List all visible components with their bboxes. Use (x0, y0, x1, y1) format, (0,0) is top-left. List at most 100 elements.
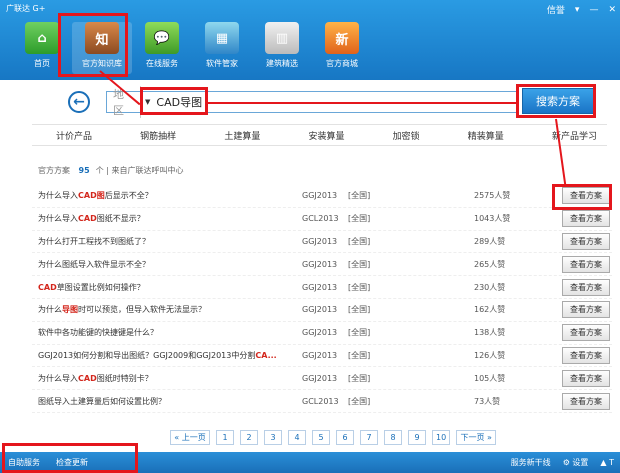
page-number[interactable]: 4 (288, 430, 306, 445)
question-link[interactable]: 为什么导图时可以预览，但导入软件无法显示？ (32, 304, 302, 315)
question-text: 图纸不显示？ (96, 214, 145, 224)
page-number[interactable]: 2 (240, 430, 258, 445)
tab-decoration[interactable]: 精装算量 (468, 129, 504, 142)
question-link[interactable]: 图纸导入土建算量后如何设置比例？ (32, 396, 302, 407)
view-solution-button[interactable]: 查看方案 (562, 346, 610, 364)
close-icon[interactable]: ✕ (608, 5, 616, 15)
question-highlight: CAD图 (78, 191, 105, 201)
nav-official-mall[interactable]: 新 官方商城 (312, 22, 372, 74)
scope: [全国] (348, 328, 371, 338)
scope: [全国] (348, 191, 371, 201)
page-number[interactable]: 10 (432, 430, 451, 445)
table-row: CAD草图设置比例如何操作？ GGJ2013 [全国] 230人赞 查看方案 (32, 276, 612, 299)
question-link[interactable]: 为什么导入CAD图后显示不全？ (32, 190, 302, 201)
scope: [全国] (348, 373, 371, 383)
view-solution-button[interactable]: 查看方案 (562, 324, 610, 342)
result-summary: 官方方案 95 个 | 来自广联达呼叫中心 (38, 165, 183, 176)
table-row: 图纸导入土建算量后如何设置比例？ GCL2013 [全国] 73人赞 查看方案 (32, 390, 612, 413)
settings-button[interactable]: ⚙ 设置 (563, 457, 589, 468)
page-number[interactable]: 3 (264, 430, 282, 445)
result-count: 95 (78, 166, 90, 175)
scope: [全国] (348, 282, 371, 292)
scope: [全国] (348, 214, 371, 224)
nav-building-select[interactable]: ▥ 建筑精选 (252, 22, 312, 74)
table-row: 为什么打开工程找不到图纸了？ GGJ2013 [全国] 289人赞 查看方案 (32, 231, 612, 254)
annotation-box (552, 184, 612, 210)
question-text: 为什么导入 (38, 373, 78, 383)
question-text: 时可以预览，但导入软件无法显示？ (78, 305, 206, 315)
chat-service-icon: 💬 (145, 22, 179, 54)
view-solution-button[interactable]: 查看方案 (562, 232, 610, 250)
table-row: GGJ2013如何分割和导出图纸？GGJ2009和GGJ2013中分割CA...… (32, 345, 612, 368)
version: GGJ2013 (302, 328, 338, 338)
question-link[interactable]: 为什么导入CAD图纸不显示？ (32, 213, 302, 224)
view-solution-button[interactable]: 查看方案 (562, 301, 610, 319)
pagination: « 上一页 1 2 3 4 5 6 7 8 9 10 下一页 » (170, 430, 497, 445)
likes: 162人赞 (474, 305, 506, 315)
table-row: 软件中各功能键的快捷键是什么？ GGJ2013 [全国] 138人赞 查看方案 (32, 322, 612, 345)
page-number[interactable]: 6 (336, 430, 354, 445)
tab-pricing[interactable]: 计价产品 (56, 129, 92, 142)
page-number[interactable]: 8 (384, 430, 402, 445)
prev-page-button[interactable]: « 上一页 (170, 430, 210, 445)
next-page-button[interactable]: 下一页 » (456, 430, 497, 445)
menu-dropdown-icon[interactable]: ▾ (575, 5, 580, 15)
nav-software-manager[interactable]: ▦ 软件管家 (192, 22, 252, 74)
page-number[interactable]: 1 (216, 430, 234, 445)
table-row: 为什么导入CAD图纸不显示？ GCL2013 [全国] 1043人赞 查看方案 (32, 208, 612, 231)
tab-civil[interactable]: 土建算量 (224, 129, 260, 142)
tab-lock[interactable]: 加密锁 (393, 129, 420, 142)
page-number[interactable]: 5 (312, 430, 330, 445)
question-link[interactable]: CAD草图设置比例如何操作？ (32, 282, 302, 293)
view-solution-button[interactable]: 查看方案 (562, 210, 610, 228)
question-text: 为什么导入 (38, 214, 78, 224)
version: GGJ2013 (302, 373, 338, 383)
tab-rebar[interactable]: 钢筋抽样 (140, 129, 176, 142)
page-number[interactable]: 9 (408, 430, 426, 445)
question-link[interactable]: 为什么图纸导入软件显示不全？ (32, 259, 302, 270)
question-highlight: CA... (255, 350, 277, 360)
likes: 105人赞 (474, 373, 506, 383)
view-solution-button[interactable]: 查看方案 (562, 369, 610, 387)
user-menu[interactable]: 信誉 (547, 3, 565, 16)
view-solution-button[interactable]: 查看方案 (562, 278, 610, 296)
table-row: 为什么导图时可以预览，但导入软件无法显示？ GGJ2013 [全国] 162人赞… (32, 299, 612, 322)
version: GGJ2013 (302, 236, 338, 246)
view-solution-button[interactable]: 查看方案 (562, 392, 610, 410)
software-manager-icon: ▦ (205, 22, 239, 54)
results-list: 为什么导入CAD图后显示不全？ GGJ2013 [全国] 2575人赞 查看方案… (32, 185, 612, 413)
building-books-icon: ▥ (265, 22, 299, 54)
annotation-box (58, 13, 128, 77)
nav-label: 在线服务 (146, 59, 178, 68)
scope: [全国] (348, 350, 371, 360)
question-link[interactable]: 为什么导入CAD图纸时特别卡？ (32, 373, 302, 384)
question-text: 图纸时特别卡？ (96, 373, 153, 383)
page-number[interactable]: 7 (360, 430, 378, 445)
likes: 265人赞 (474, 259, 506, 269)
question-link[interactable]: 软件中各功能键的快捷键是什么？ (32, 327, 302, 338)
result-source: 来自广联达呼叫中心 (111, 166, 184, 175)
upload-icon[interactable]: ▲ T (600, 458, 614, 467)
scope: [全国] (348, 259, 371, 269)
question-highlight: CAD (38, 282, 57, 292)
question-link[interactable]: 为什么打开工程找不到图纸了？ (32, 236, 302, 247)
service-link[interactable]: 服务新干线 (511, 457, 551, 468)
likes: 126人赞 (474, 350, 506, 360)
question-highlight: CAD (78, 373, 97, 383)
nav-label: 首页 (34, 59, 50, 68)
likes: 230人赞 (474, 282, 506, 292)
version: GGJ2013 (302, 259, 338, 269)
back-arrow-icon[interactable]: ← (68, 91, 90, 113)
nav-online-service[interactable]: 💬 在线服务 (132, 22, 192, 74)
question-text: 为什么图纸导入软件显示不全？ (38, 259, 150, 269)
question-text: 后显示不全？ (104, 191, 153, 201)
annotation-box (516, 84, 596, 118)
question-link[interactable]: GGJ2013如何分割和导出图纸？GGJ2009和GGJ2013中分割CA... (32, 350, 302, 361)
likes: 289人赞 (474, 236, 506, 246)
question-text: 为什么打开工程找不到图纸了？ (38, 236, 150, 246)
tab-install[interactable]: 安装算量 (308, 129, 344, 142)
minimize-icon[interactable]: — (589, 5, 598, 15)
likes: 2575人赞 (474, 191, 511, 201)
view-solution-button[interactable]: 查看方案 (562, 255, 610, 273)
home-icon: ⌂ (25, 22, 59, 54)
